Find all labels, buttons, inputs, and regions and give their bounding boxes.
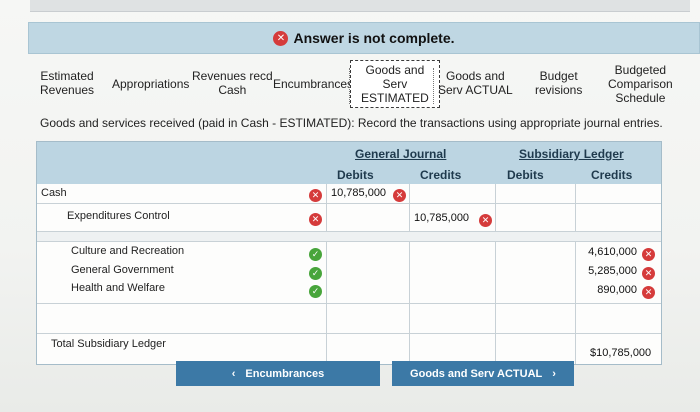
x-circle-icon: ✕ [393,187,406,205]
gj-credit-cell [409,334,495,364]
sl-debit-cell[interactable] [495,184,575,203]
table-row: Cash ✕ 10,785,000 ✕ [37,184,661,204]
sl-credit-value[interactable]: 5,285,000 [588,265,637,277]
tab-budgeted-comparison-schedule[interactable]: Budgeted Comparison Schedule [608,63,673,105]
gj-credit-cell[interactable] [409,184,495,203]
next-tab-button[interactable]: Goods and Serv ACTUAL › [392,361,574,386]
journal-header-row-1: General Journal Subsidiary Ledger [37,142,661,164]
total-row: Total Subsidiary Ledger $10,785,000 [37,334,661,364]
banner-text: Answer is not complete. [293,30,455,46]
check-circle-icon: ✓ [309,246,322,264]
next-tab-button-label: Goods and Serv ACTUAL [410,367,543,380]
sl-credits-header: Credits [591,168,633,182]
account-name-expenditures-control[interactable]: Expenditures Control [67,210,170,222]
gj-credit-cell[interactable] [409,304,495,333]
gj-debit-cell[interactable] [326,204,409,231]
tab-encumbrances[interactable]: Encumbrances [273,77,353,91]
gj-debits-header: Debits [337,168,374,182]
sl-debit-cell[interactable] [495,304,575,333]
gj-credit-value[interactable]: 10,785,000 [414,212,469,224]
tab-separator [433,68,434,104]
account-name-general-government[interactable]: General Government [71,264,174,276]
sl-credit-cell[interactable] [575,184,661,203]
gj-debit-value[interactable]: 10,785,000 [331,187,386,199]
x-circle-icon: ✕ [273,30,289,46]
gj-debit-cell [326,334,409,364]
gj-debit-cell[interactable] [326,304,409,333]
account-name-health-welfare[interactable]: Health and Welfare [71,282,165,294]
x-circle-icon: ✕ [642,246,655,264]
table-spacer-row [37,232,661,242]
sl-debit-cell[interactable] [495,242,575,303]
prev-tab-button[interactable]: ‹ Encumbrances [176,361,380,386]
sl-credit-value[interactable]: 4,610,000 [588,246,637,258]
sl-debit-cell [495,334,575,364]
tab-bar: Estimated Revenues Appropriations Revenu… [40,60,700,108]
sl-debits-header: Debits [507,168,544,182]
tab-revenues-recd-cash[interactable]: Revenues recd Cash [192,69,273,97]
tab-budget-revisions[interactable]: Budget revisions [535,69,582,97]
sl-credit-value[interactable]: 890,000 [597,284,637,296]
answer-status-banner: ✕ Answer is not complete. [28,22,700,54]
gj-credits-header: Credits [420,168,462,182]
top-toolbar-strip [30,0,690,12]
x-circle-icon: ✕ [309,211,322,229]
check-circle-icon: ✓ [309,283,322,301]
subsidiary-rows-block: Culture and Recreation General Governmen… [37,242,661,304]
sl-credit-cell[interactable] [575,204,661,231]
subsidiary-ledger-header: Subsidiary Ledger [519,147,624,161]
tab-estimated-revenues[interactable]: Estimated Revenues [40,69,94,97]
general-journal-header: General Journal [355,147,447,161]
journal-header-row-2: Debits Credits Debits Credits [37,164,661,184]
check-circle-icon: ✓ [309,265,322,283]
sl-credit-cell: $10,785,000 [575,334,661,364]
sl-credit-cell[interactable] [575,304,661,333]
account-name-cash[interactable]: Cash [41,187,67,199]
x-circle-icon: ✕ [642,284,655,302]
chevron-left-icon: ‹ [231,367,236,380]
instruction-text: Goods and services received (paid in Cas… [40,116,663,130]
gj-credit-cell[interactable]: 10,785,000 ✕ [409,204,495,231]
gj-debit-cell[interactable]: 10,785,000 ✕ [326,184,409,203]
x-circle-icon: ✕ [642,265,655,283]
total-value: $10,785,000 [590,347,652,359]
tab-appropriations[interactable]: Appropriations [112,77,189,91]
tab-goods-serv-estimated[interactable]: Goods and Serv ESTIMATED [350,60,440,108]
sl-credit-cell[interactable]: 4,610,000 ✕ 5,285,000 ✕ 890,000 ✕ [575,242,661,303]
gj-credit-cell[interactable] [409,242,495,303]
chevron-right-icon: › [552,367,556,380]
x-circle-icon: ✕ [309,187,322,205]
x-circle-icon: ✕ [479,212,492,230]
table-row-empty [37,304,661,334]
table-row: Expenditures Control ✕ 10,785,000 ✕ [37,204,661,232]
total-subsidiary-ledger-label: Total Subsidiary Ledger [51,338,166,350]
prev-tab-button-label: Encumbrances [245,367,325,380]
sl-debit-cell[interactable] [495,204,575,231]
tab-goods-serv-actual[interactable]: Goods and Serv ACTUAL [438,69,513,97]
gj-debit-cell[interactable] [326,242,409,303]
account-name-culture-recreation[interactable]: Culture and Recreation [71,245,184,257]
journal-table: General Journal Subsidiary Ledger Debits… [36,141,662,365]
